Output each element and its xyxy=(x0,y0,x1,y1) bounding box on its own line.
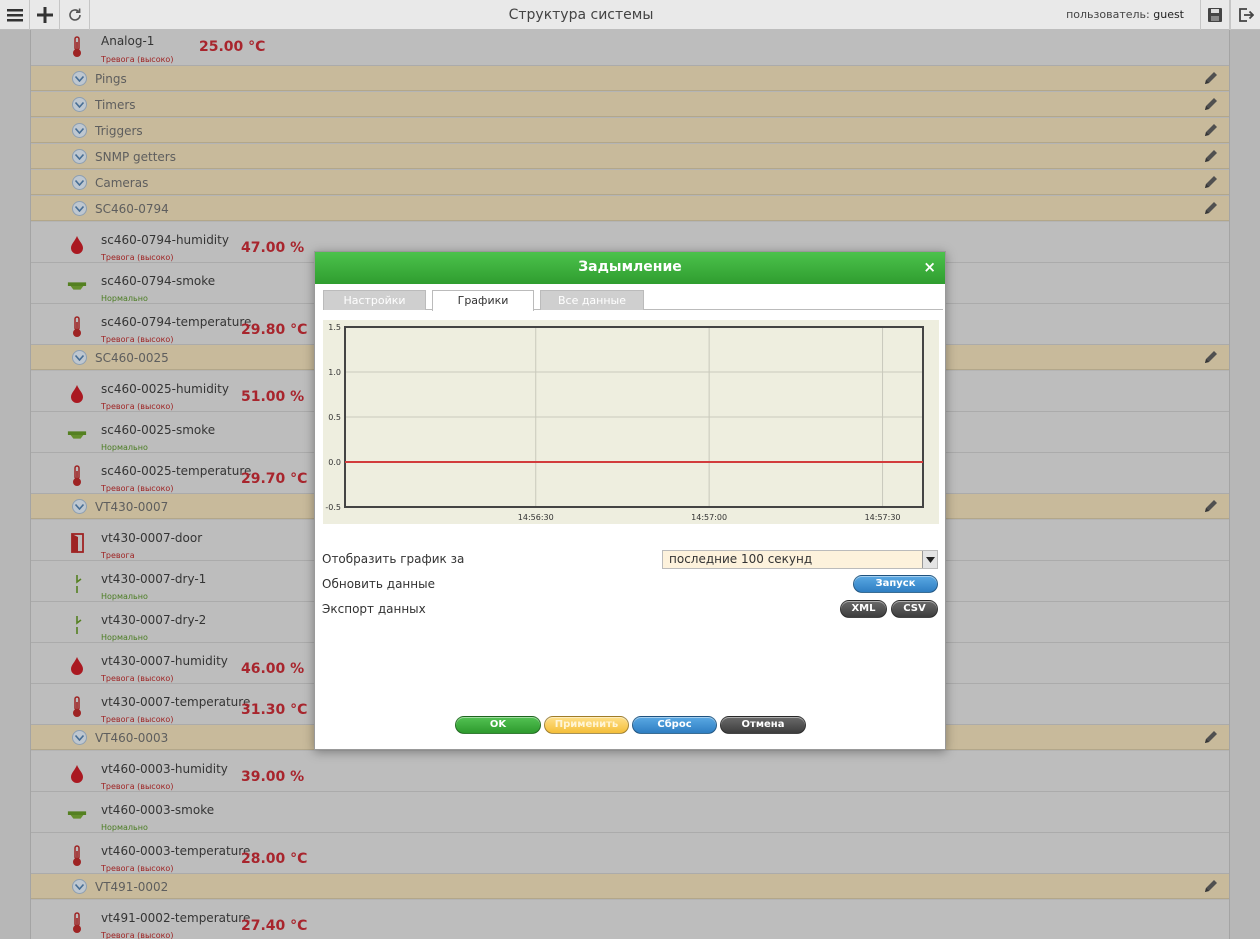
save-button[interactable] xyxy=(1200,0,1230,30)
reset-button[interactable]: Сброс xyxy=(632,716,717,734)
tab-settings[interactable]: Настройки xyxy=(323,290,426,310)
smoke-chart: 1.5 1.0 0.5 0.0 -0.5 14:56:30 14:57:00 14:57:30 xyxy=(325,323,924,522)
period-select-value: последние 100 секунд xyxy=(669,552,813,566)
y-tick-label: 1.0 xyxy=(328,368,341,377)
refresh-data-label: Обновить данные xyxy=(322,577,435,591)
x-tick-label: 14:57:00 xyxy=(691,513,727,522)
ok-button[interactable]: OK xyxy=(455,716,541,734)
dropdown-arrow-icon[interactable] xyxy=(922,551,937,568)
dialog-tabs: Настройки Графики Все данные xyxy=(323,290,943,311)
csv-export-button[interactable]: CSV xyxy=(891,600,938,618)
y-tick-label: 1.5 xyxy=(328,323,341,332)
show-period-label: Отобразить график за xyxy=(322,552,465,566)
run-button[interactable]: Запуск xyxy=(853,575,938,593)
dialog-header: Задымление × xyxy=(315,252,945,284)
cancel-button[interactable]: Отмена xyxy=(720,716,806,734)
user-info: пользователь: guest xyxy=(1066,8,1184,21)
dialog-title: Задымление xyxy=(578,259,682,275)
page-title: Структура системы xyxy=(508,7,654,23)
save-icon xyxy=(1208,8,1222,22)
tab-all-data[interactable]: Все данные xyxy=(540,290,644,310)
logout-icon xyxy=(1238,8,1254,22)
x-tick-label: 14:57:30 xyxy=(865,513,901,522)
smoke-dialog: Задымление × Настройки Графики Все данны… xyxy=(314,251,946,750)
user-name: guest xyxy=(1153,8,1184,21)
export-data-label: Экспорт данных xyxy=(322,602,426,616)
y-tick-label: -0.5 xyxy=(325,503,341,512)
top-bar: Структура системы пользователь: guest xyxy=(0,0,1260,30)
period-select[interactable]: последние 100 секунд xyxy=(662,550,938,569)
y-tick-label: 0.0 xyxy=(328,458,341,467)
close-icon[interactable]: × xyxy=(923,252,936,283)
chart-area: 1.5 1.0 0.5 0.0 -0.5 14:56:30 14:57:00 14:57:30 xyxy=(323,320,939,524)
tab-graphs[interactable]: Графики xyxy=(432,290,534,311)
x-tick-label: 14:56:30 xyxy=(518,513,554,522)
logout-button[interactable] xyxy=(1230,0,1260,30)
apply-button[interactable]: Применить xyxy=(544,716,629,734)
xml-export-button[interactable]: XML xyxy=(840,600,887,618)
y-tick-label: 0.5 xyxy=(328,413,341,422)
user-label: пользователь: xyxy=(1066,8,1150,21)
